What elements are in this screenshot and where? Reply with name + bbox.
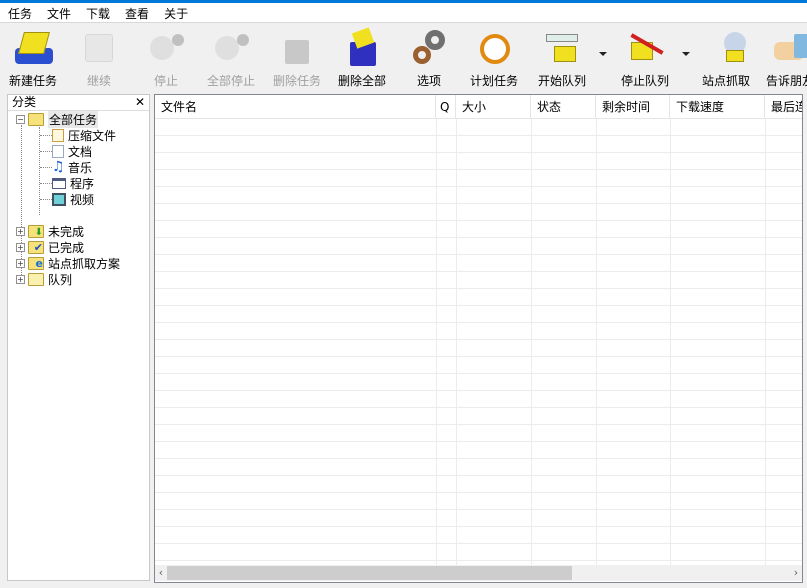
folder-download-icon: ⬇ [28,224,44,238]
folder-check-icon: ✔ [28,240,44,254]
scroll-left-icon[interactable]: ‹ [155,565,167,581]
delete-task-button[interactable]: 删除任务 [264,26,330,90]
film-icon [52,192,66,206]
program-window-icon [52,177,66,189]
stop-queue-button[interactable]: 停止队列 [612,26,678,90]
stop-icon [146,28,186,68]
tree-item-queues[interactable]: + 队列 [16,271,72,287]
column-file-name[interactable]: 文件名 [155,95,436,119]
alarm-clock-icon [474,28,514,68]
tree-item-all-tasks[interactable]: − 全部任务 [16,110,99,128]
column-size[interactable]: 大小 [456,95,531,119]
column-header: 文件名 Q 大小 状态 剩余时间 下载速度 最后连接 [155,95,802,119]
tree-item-unfinished[interactable]: + ⬇ 未完成 [16,223,84,239]
start-queue-icon [542,28,582,68]
folder-open-icon [28,112,44,126]
gear-icon [409,28,449,68]
document-icon [52,144,64,158]
music-note-icon: ♫ [52,158,65,175]
tree-item-grabber-projects[interactable]: + e 站点抓取方案 [16,255,120,271]
resume-icon [79,28,119,68]
stop-queue-dropdown-icon[interactable] [682,52,690,56]
collapse-icon[interactable]: − [16,114,25,124]
category-title: 分类 [12,95,37,109]
zip-file-icon [52,128,64,142]
tree-item-documents[interactable]: 文档 [52,143,92,159]
folders-icon [28,272,44,286]
toolbar: 新建任务 继续 停止 全部停止 删除任务 删除全部 选项 计划任务 开始队列 停… [0,24,807,92]
delete-all-button[interactable]: 删除全部 [329,26,395,90]
start-queue-dropdown-icon[interactable] [599,52,607,56]
scrollbar-thumb[interactable] [167,566,572,580]
horizontal-scrollbar[interactable]: ‹ › [155,565,802,581]
options-button[interactable]: 选项 [396,26,462,90]
tree-item-finished[interactable]: + ✔ 已完成 [16,239,84,255]
resume-button[interactable]: 继续 [66,26,132,90]
menu-about[interactable]: 关于 [156,3,195,22]
column-time-left[interactable]: 剩余时间 [596,95,670,119]
tree-item-compressed[interactable]: 压缩文件 [52,127,116,143]
stop-all-button[interactable]: 全部停止 [198,26,264,90]
tree-item-programs[interactable]: 程序 [52,175,94,191]
column-status[interactable]: 状态 [531,95,596,119]
menu-tasks[interactable]: 任务 [0,3,39,22]
expand-icon[interactable]: + [16,242,25,252]
menu-download[interactable]: 下载 [78,3,117,22]
menu-file[interactable]: 文件 [39,3,78,22]
stop-all-icon [211,28,251,68]
menu-bar: 任务 文件 下载 查看 关于 [0,3,807,23]
scheduler-button[interactable]: 计划任务 [461,26,527,90]
download-list: 文件名 Q 大小 状态 剩余时间 下载速度 最后连接 ‹ › [154,94,803,583]
folder-ie-icon: e [28,256,44,270]
start-queue-button[interactable]: 开始队列 [529,26,595,90]
expand-icon[interactable]: + [16,274,25,284]
expand-icon[interactable]: + [16,226,25,236]
new-task-button[interactable]: 新建任务 [0,26,66,90]
delete-task-icon [277,28,317,68]
tell-friend-button[interactable]: 告诉朋友 [757,26,807,90]
site-grabber-button[interactable]: 站点抓取 [693,26,759,90]
category-panel: 分类 ✕ − 全部任务 压缩文件 文档 ♫ 音乐 程序 视频 + ⬇ 未完成 +… [7,94,150,581]
new-task-icon [13,28,53,68]
site-grabber-icon [706,28,746,68]
delete-all-icon [342,27,382,68]
column-queue[interactable]: Q [436,95,456,119]
list-rows [155,119,802,565]
stop-button[interactable]: 停止 [133,26,199,90]
category-header: 分类 ✕ [8,95,149,111]
expand-icon[interactable]: + [16,258,25,268]
tell-friend-icon [770,28,807,68]
column-last-try[interactable]: 最后连接 [765,95,802,119]
close-icon[interactable]: ✕ [135,95,145,110]
column-speed[interactable]: 下载速度 [670,95,765,119]
menu-view[interactable]: 查看 [117,3,156,22]
tree-item-video[interactable]: 视频 [52,191,94,207]
scroll-right-icon[interactable]: › [790,565,802,581]
tree-item-music[interactable]: ♫ 音乐 [52,159,92,175]
stop-queue-icon [625,28,665,68]
